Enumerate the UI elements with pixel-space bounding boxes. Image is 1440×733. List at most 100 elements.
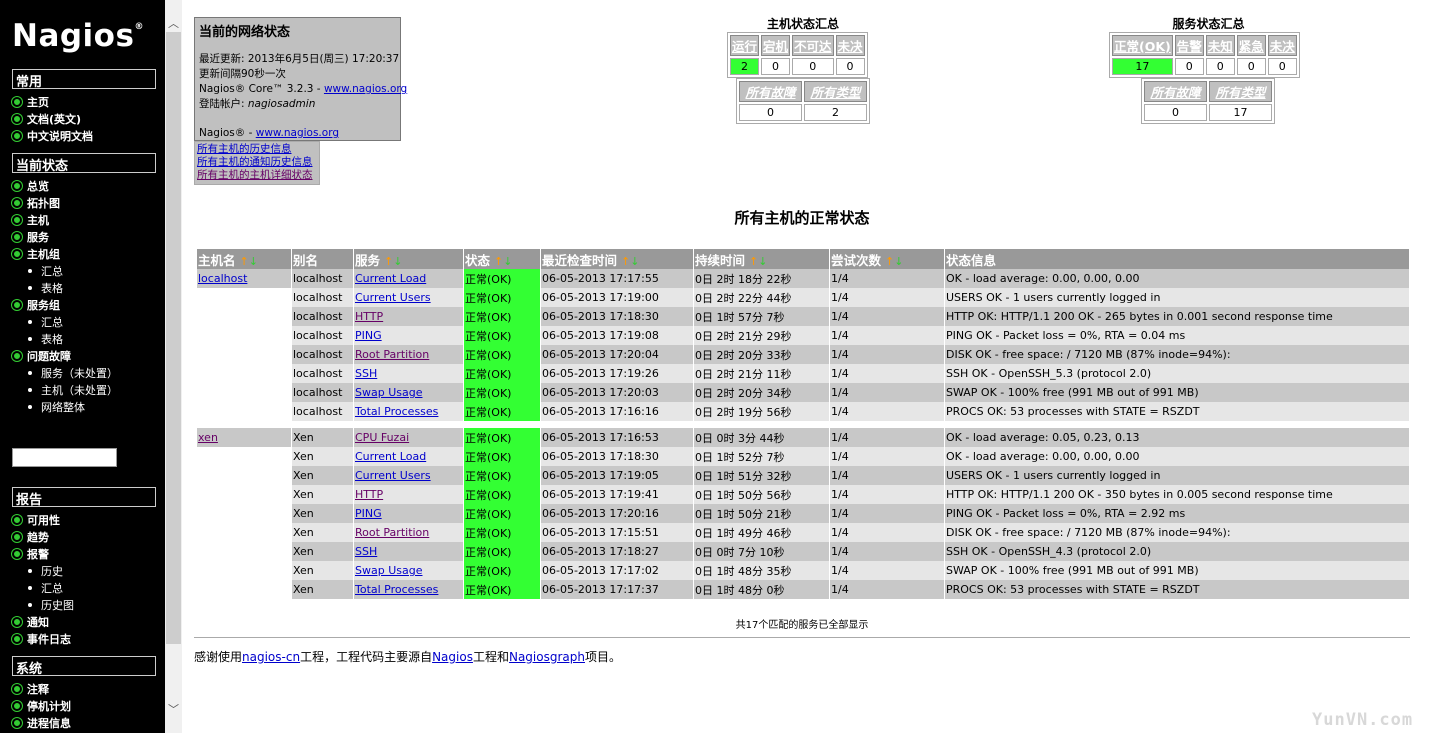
service-unknown-header[interactable]: 未知 bbox=[1205, 35, 1235, 56]
service-link[interactable]: SSH bbox=[355, 545, 377, 558]
sort-down-icon[interactable]: ↓ bbox=[393, 255, 402, 268]
service-link[interactable]: Swap Usage bbox=[355, 386, 422, 399]
sort-down-icon[interactable]: ↓ bbox=[894, 255, 903, 268]
nav-item-docs-en[interactable]: 文档(英文) bbox=[12, 110, 81, 127]
nav-sub-alerts-histogram[interactable]: 历史图 bbox=[28, 596, 74, 613]
service-link[interactable]: PING bbox=[355, 507, 382, 520]
login-user: nagiosadmin bbox=[247, 98, 316, 110]
service-link[interactable]: HTTP bbox=[355, 488, 383, 501]
host-link[interactable]: xen bbox=[198, 431, 218, 444]
nav-item-hosts[interactable]: 主机 bbox=[12, 211, 49, 228]
nagios-footer-link[interactable]: www.nagios.org bbox=[256, 127, 339, 139]
nav-item-home[interactable]: 主页 bbox=[12, 93, 49, 110]
nav-item-eventlog[interactable]: 事件日志 bbox=[12, 630, 71, 647]
nav-item-overview[interactable]: 总览 bbox=[12, 177, 49, 194]
status-badge: 正常(OK) bbox=[464, 447, 540, 466]
service-link[interactable]: Current Users bbox=[355, 469, 431, 482]
nav-item-process-info[interactable]: 进程信息 bbox=[12, 714, 71, 731]
service-link[interactable]: PING bbox=[355, 329, 382, 342]
nav-item-trends[interactable]: 趋势 bbox=[12, 528, 49, 545]
link-host-history[interactable]: 所有主机的历史信息 bbox=[197, 143, 317, 156]
host-unreachable-header[interactable]: 不可达 bbox=[792, 35, 834, 56]
sort-up-icon[interactable]: ↑ bbox=[885, 255, 894, 268]
sort-icon[interactable]: ↑↓ bbox=[749, 255, 767, 268]
nav-item-map[interactable]: 拓扑图 bbox=[12, 194, 60, 211]
nav-item-services[interactable]: 服务 bbox=[12, 228, 49, 245]
host-all-problems-header[interactable]: 所有故障 bbox=[739, 81, 802, 102]
attempts-cell: 1/4 bbox=[830, 326, 944, 345]
sort-icon[interactable]: ↑↓ bbox=[494, 255, 512, 268]
service-link[interactable]: Total Processes bbox=[355, 405, 438, 418]
nav-sub-servicegroups-grid[interactable]: 表格 bbox=[28, 330, 63, 347]
nav-sub-hostgroups-summary[interactable]: 汇总 bbox=[28, 262, 63, 279]
nav-sub-servicegroups-summary[interactable]: 汇总 bbox=[28, 313, 63, 330]
service-all-problems-header[interactable]: 所有故障 bbox=[1144, 81, 1207, 102]
nagiosgraph-link[interactable]: Nagiosgraph bbox=[509, 650, 585, 664]
sidebar-search-input[interactable] bbox=[12, 448, 117, 467]
host-down-header[interactable]: 宕机 bbox=[761, 35, 791, 56]
chevron-up-icon[interactable]: ︿ bbox=[165, 14, 182, 31]
nav-item-problems[interactable]: 问题故障 bbox=[12, 347, 71, 364]
link-host-notifications[interactable]: 所有主机的通知历史信息 bbox=[197, 156, 317, 169]
service-ok-header[interactable]: 正常(OK) bbox=[1112, 35, 1173, 56]
nav-item-docs-cn[interactable]: 中文说明文档 bbox=[12, 127, 93, 144]
service-link[interactable]: Current Users bbox=[355, 291, 431, 304]
sort-icon[interactable]: ↑↓ bbox=[240, 255, 258, 268]
nav-item-servicegroups[interactable]: 服务组 bbox=[12, 296, 60, 313]
service-link[interactable]: Total Processes bbox=[355, 583, 438, 596]
host-all-types-header[interactable]: 所有类型 bbox=[804, 81, 867, 102]
nav-item-comments[interactable]: 注释 bbox=[12, 680, 49, 697]
sidebar-scrollbar[interactable]: ︿ ﹀ bbox=[165, 0, 182, 733]
service-link[interactable]: HTTP bbox=[355, 310, 383, 323]
sort-up-icon[interactable]: ↑ bbox=[621, 255, 630, 268]
service-link[interactable]: Current Load bbox=[355, 450, 426, 463]
nav-item-alerts[interactable]: 报警 bbox=[12, 545, 49, 562]
service-link[interactable]: Current Load bbox=[355, 272, 426, 285]
nav-sub-hostgroups-grid[interactable]: 表格 bbox=[28, 279, 63, 296]
nagios-link[interactable]: www.nagios.org bbox=[324, 83, 407, 95]
nav-sub-problems-network[interactable]: 网络整体 bbox=[28, 398, 85, 415]
nav-sub-problems-services[interactable]: 服务（未处置） bbox=[28, 364, 118, 381]
service-pending-header[interactable]: 未决 bbox=[1267, 35, 1297, 56]
nav-sub-alerts-summary[interactable]: 汇总 bbox=[28, 579, 63, 596]
chevron-down-icon[interactable]: ﹀ bbox=[165, 700, 182, 717]
service-all-types-header[interactable]: 所有类型 bbox=[1209, 81, 1272, 102]
link-host-detail[interactable]: 所有主机的主机详细状态 bbox=[197, 169, 317, 182]
nav-sub-alerts-history[interactable]: 历史 bbox=[28, 562, 63, 579]
alias-cell: Xen bbox=[292, 561, 353, 580]
service-link[interactable]: Root Partition bbox=[355, 348, 429, 361]
host-link[interactable]: localhost bbox=[198, 272, 247, 285]
nav-item-notifications[interactable]: 通知 bbox=[12, 613, 49, 630]
nagios-project-link[interactable]: Nagios bbox=[432, 650, 473, 664]
sort-down-icon[interactable]: ↓ bbox=[249, 255, 258, 268]
sort-down-icon[interactable]: ↓ bbox=[503, 255, 512, 268]
service-critical-header[interactable]: 紧急 bbox=[1236, 35, 1266, 56]
thanks-text: 项目。 bbox=[584, 650, 621, 664]
scroll-thumb[interactable] bbox=[166, 32, 181, 644]
nav-item-hostgroups[interactable]: 主机组 bbox=[12, 245, 60, 262]
sort-up-icon[interactable]: ↑ bbox=[240, 255, 249, 268]
nagios-cn-link[interactable]: nagios-cn bbox=[242, 650, 300, 664]
service-warning-header[interactable]: 告警 bbox=[1174, 35, 1204, 56]
sort-up-icon[interactable]: ↑ bbox=[749, 255, 758, 268]
sort-icon[interactable]: ↑↓ bbox=[384, 255, 402, 268]
sort-icon[interactable]: ↑↓ bbox=[885, 255, 903, 268]
nav-item-availability[interactable]: 可用性 bbox=[12, 511, 60, 528]
table-row: localhost localhost Current Load 正常(OK) 06-0… bbox=[197, 269, 1409, 288]
service-link[interactable]: Swap Usage bbox=[355, 564, 422, 577]
sort-down-icon[interactable]: ↓ bbox=[758, 255, 767, 268]
service-link[interactable]: CPU Fuzai bbox=[355, 431, 409, 444]
thanks-text: 工程，工程代码主要源自 bbox=[300, 650, 433, 664]
host-pending-header[interactable]: 未决 bbox=[835, 35, 865, 56]
nagios-logo[interactable]: Nagios® bbox=[12, 18, 144, 54]
nav-item-downtime[interactable]: 停机计划 bbox=[12, 697, 71, 714]
nav-sub-problems-hosts[interactable]: 主机（未处置） bbox=[28, 381, 118, 398]
sort-icon[interactable]: ↑↓ bbox=[621, 255, 639, 268]
sort-down-icon[interactable]: ↓ bbox=[630, 255, 639, 268]
sort-up-icon[interactable]: ↑ bbox=[384, 255, 393, 268]
service-link[interactable]: SSH bbox=[355, 367, 377, 380]
host-up-header[interactable]: 运行 bbox=[730, 35, 760, 56]
duration-cell: 0日 2时 18分 22秒 bbox=[694, 269, 829, 288]
sort-up-icon[interactable]: ↑ bbox=[494, 255, 503, 268]
service-link[interactable]: Root Partition bbox=[355, 526, 429, 539]
